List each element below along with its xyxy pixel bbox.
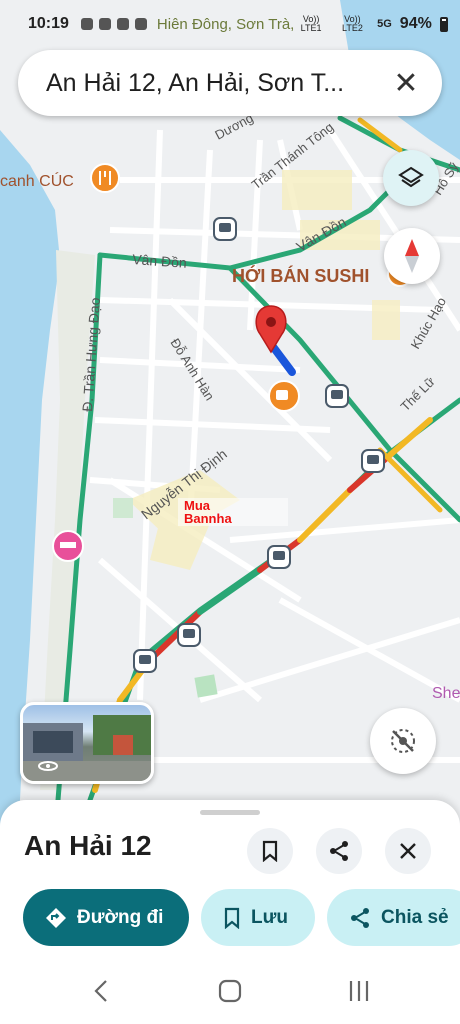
close-sheet-button[interactable]: [385, 828, 431, 874]
share-label: Chia sẻ: [381, 906, 449, 928]
battery-icon: [439, 16, 449, 32]
status-right: Vo)) LTE1 Vo)) LTE2 5G 94%: [294, 14, 449, 33]
home-button[interactable]: [215, 976, 245, 1006]
share-icon: [351, 907, 369, 928]
app-icon: [98, 18, 111, 30]
poi-sushi-label: HỚI BÁN SUSHI: [232, 265, 369, 286]
directions-button[interactable]: Đường đi: [23, 889, 189, 946]
recents-button[interactable]: [344, 976, 374, 1006]
battery-percent: 94%: [399, 15, 432, 32]
bookmark-icon: [262, 840, 278, 862]
cafe-icon: [268, 380, 300, 412]
share-icon: [330, 841, 348, 861]
restaurant-icon: [90, 163, 120, 193]
watermark-line2: Bannha: [184, 511, 232, 526]
bookmark-button[interactable]: [247, 828, 293, 874]
my-location-button[interactable]: [370, 708, 436, 774]
recents-icon: [349, 981, 369, 1001]
back-icon: [94, 980, 107, 1002]
search-query[interactable]: An Hải 12, An Hải, Sơn T...: [46, 69, 390, 98]
save-button[interactable]: Lưu: [201, 889, 315, 946]
check-icon: [116, 18, 129, 30]
hotel-icon: [52, 530, 84, 562]
network-type: 5G: [377, 18, 392, 30]
close-icon: [400, 843, 416, 859]
back-button[interactable]: [86, 976, 116, 1006]
close-icon[interactable]: ✕: [390, 67, 422, 100]
street-view-thumbnail[interactable]: [20, 702, 154, 784]
drag-handle[interactable]: [200, 810, 260, 815]
carrier-2: Vo)) LTE2: [342, 14, 363, 33]
layers-icon: [398, 166, 424, 188]
location-off-icon: [391, 729, 415, 753]
location-hint: Hiên Đông, Sơn Trà,...: [156, 15, 295, 33]
directions-label: Đường đi: [77, 906, 164, 928]
notification-icons: [80, 18, 147, 30]
watermark: Mua Bannha: [178, 498, 288, 526]
layers-button[interactable]: [383, 150, 439, 206]
status-bar: 10:19 Hiên Đông, Sơn Trà,... Vo)) LTE1 V…: [0, 0, 460, 48]
compass-button[interactable]: [384, 228, 440, 284]
directions-icon: [46, 907, 66, 928]
place-title: An Hải 12: [24, 830, 152, 861]
street-view-360-icon: [38, 761, 58, 771]
share-pill-button[interactable]: Chia sẻ: [327, 889, 460, 946]
bookmark-icon: [224, 907, 240, 929]
save-label: Lưu: [251, 906, 288, 928]
system-nav-bar: [0, 960, 460, 1024]
compass-icon: [405, 239, 419, 273]
carrier-1: Vo)) LTE1: [300, 14, 322, 33]
search-bar[interactable]: An Hải 12, An Hải, Sơn T... ✕: [18, 50, 442, 116]
share-button[interactable]: [316, 828, 362, 874]
home-icon: [218, 979, 242, 1003]
label-she: She: [432, 685, 460, 702]
poi-canh-cuc-label: canh CÚC: [0, 171, 74, 190]
image-icon: [134, 18, 147, 30]
zalo-icon: [80, 18, 93, 30]
status-time: 10:19: [28, 15, 69, 32]
